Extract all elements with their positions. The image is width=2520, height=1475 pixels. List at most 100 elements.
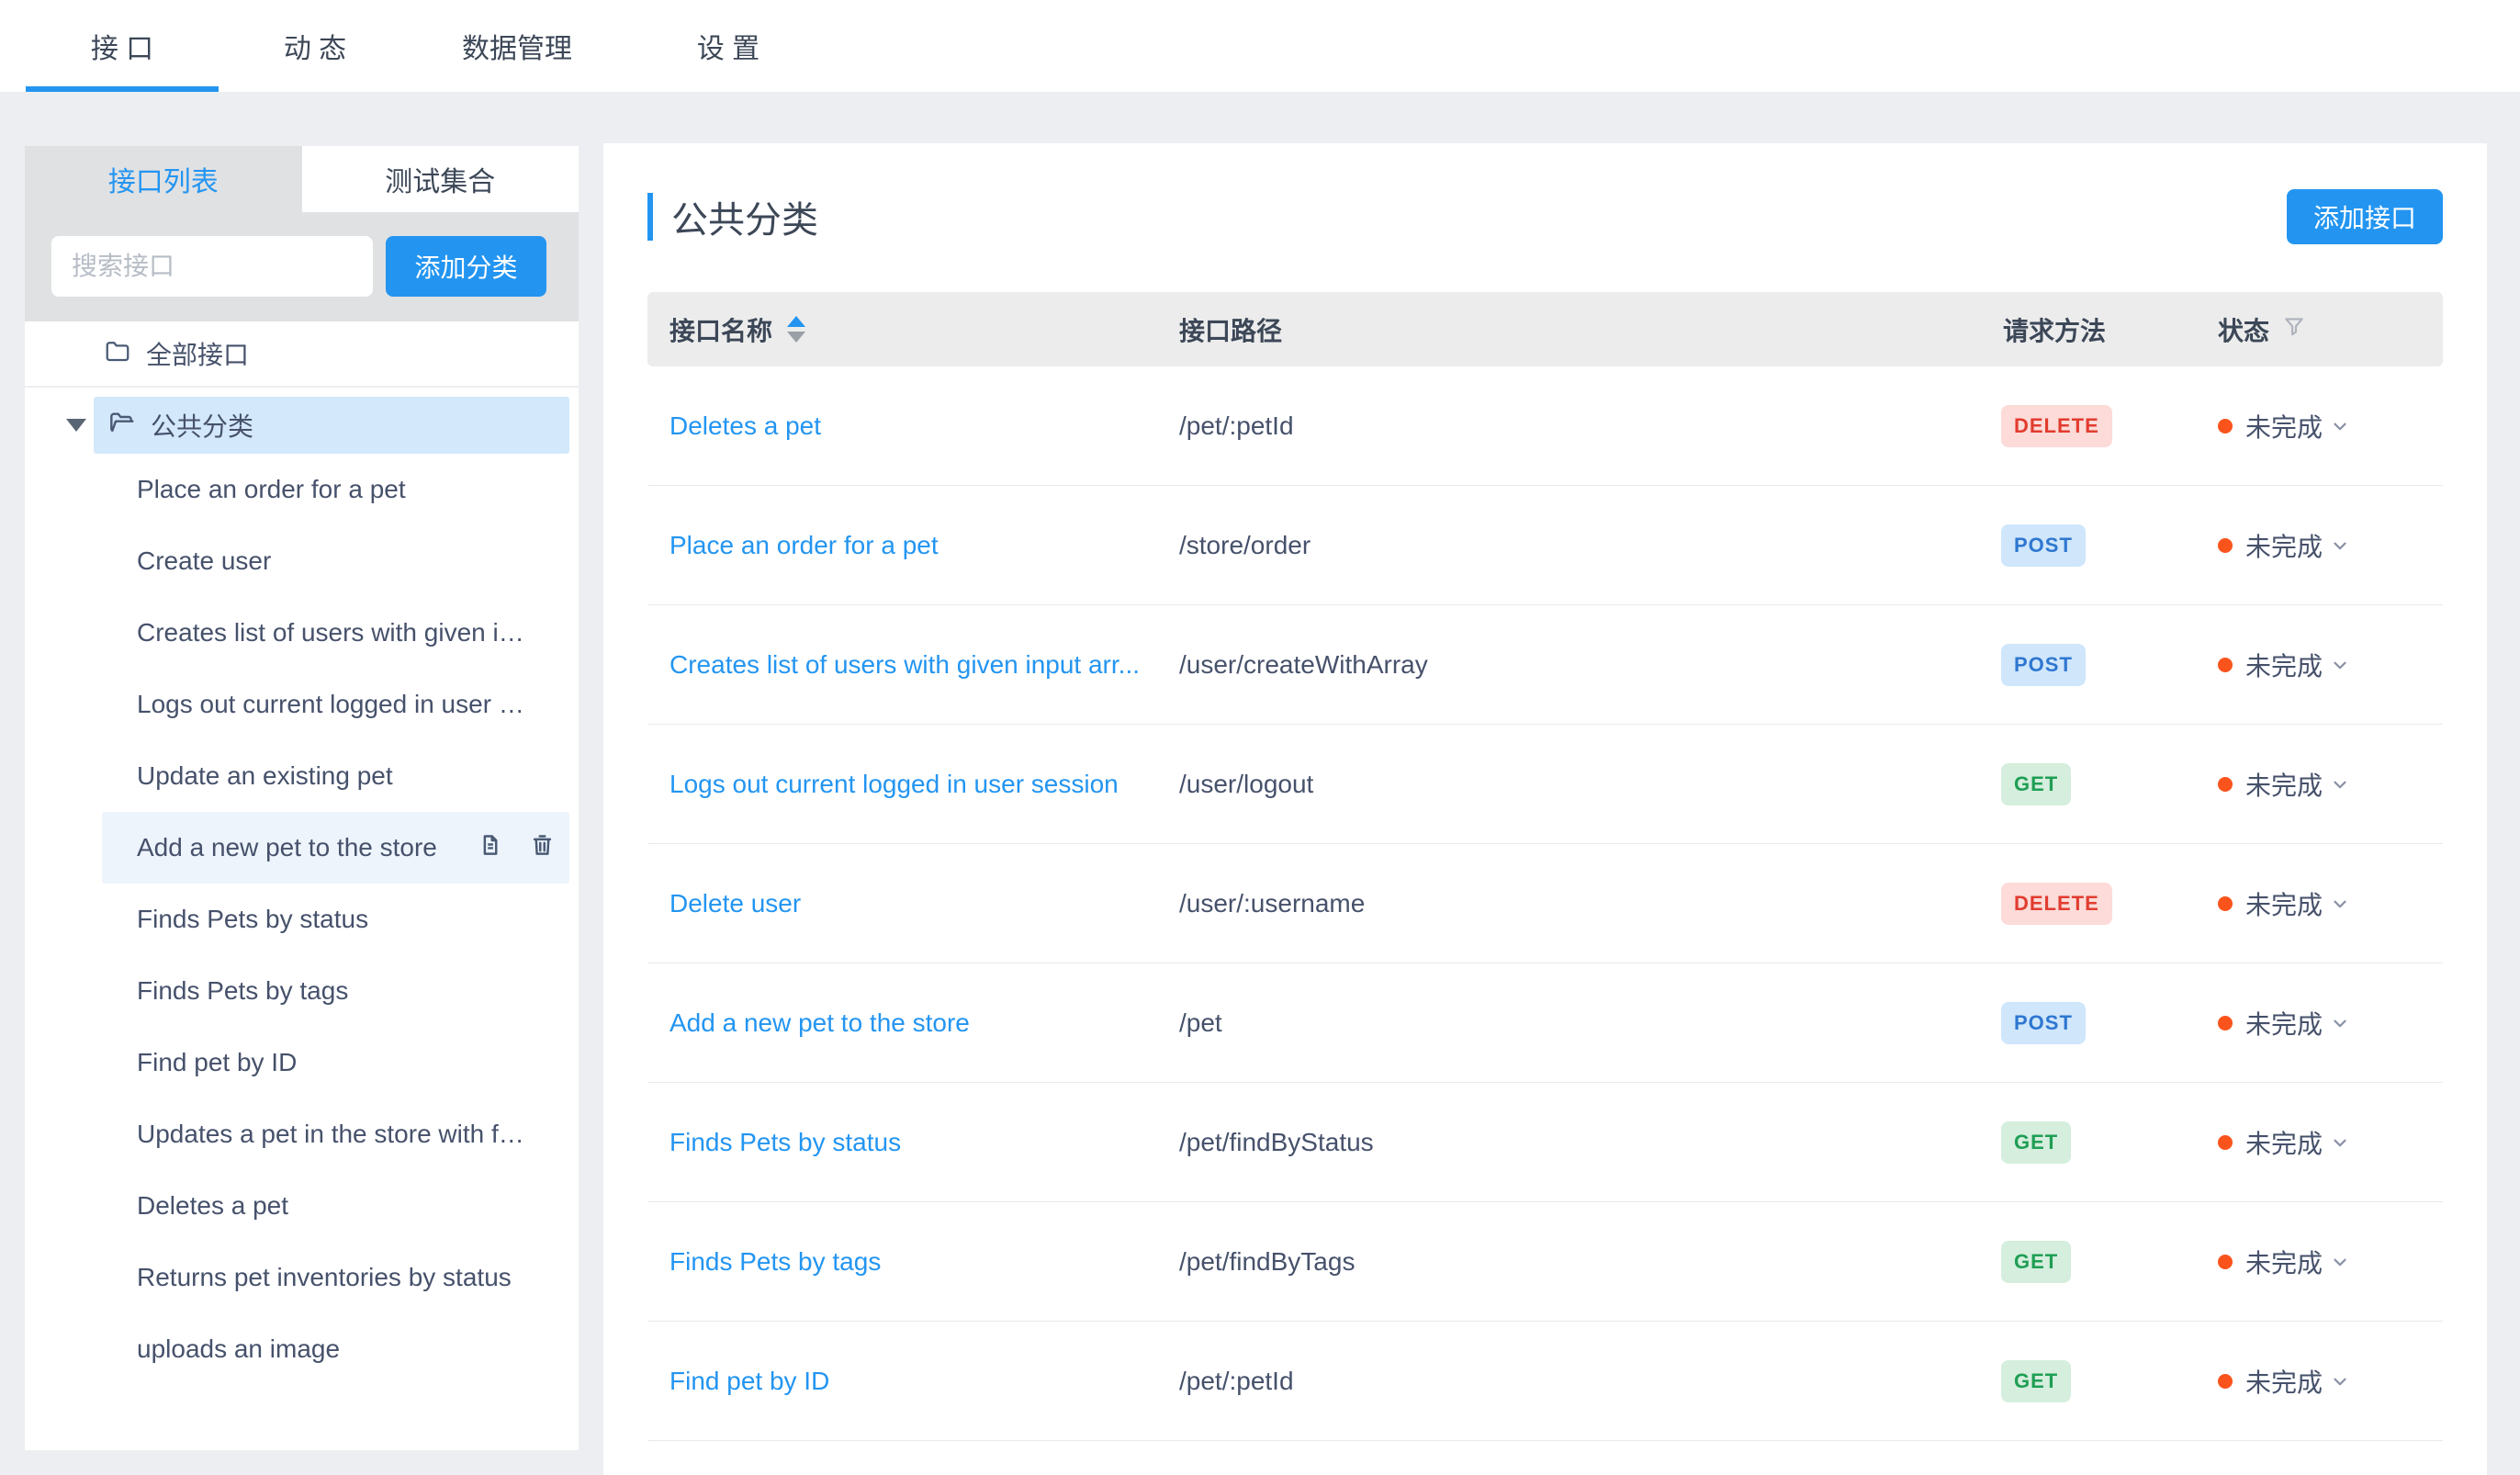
tree-item[interactable]: Finds Pets by status: [102, 884, 569, 955]
nav-tab-data-management[interactable]: 数据管理: [411, 0, 623, 92]
status-label: 未完成: [2245, 647, 2323, 683]
api-name-link[interactable]: Finds Pets by tags: [669, 1247, 881, 1276]
sidebar: 接口列表 测试集合 添加分类 全部接口 公共分类: [25, 146, 579, 1450]
status-dropdown[interactable]: 未完成: [2185, 885, 2443, 922]
cell-path: /pet/findByTags: [1157, 1247, 1981, 1277]
cell-name: Find pet by ID: [647, 1367, 1157, 1396]
nav-tab-settings[interactable]: 设 置: [641, 0, 816, 92]
status-dot-icon: [2218, 896, 2233, 911]
method-badge: POST: [2001, 1002, 2086, 1044]
api-name-link[interactable]: Finds Pets by status: [669, 1128, 901, 1156]
api-name-link[interactable]: Add a new pet to the store: [669, 1008, 970, 1037]
cell-name: Logs out current logged in user session: [647, 770, 1157, 799]
chevron-down-icon: [2330, 1132, 2350, 1153]
status-dropdown[interactable]: 未完成: [2185, 1005, 2443, 1042]
status-dot-icon: [2218, 1016, 2233, 1030]
api-name-link[interactable]: Deletes a pet: [669, 411, 821, 440]
tree-item-label: Place an order for a pet: [137, 475, 406, 504]
tree-item[interactable]: Finds Pets by tags: [102, 955, 569, 1027]
api-name-link[interactable]: Creates list of users with given input a…: [669, 650, 1140, 679]
top-nav: 接 口 动 态 数据管理 设 置: [0, 0, 2520, 92]
tree-item[interactable]: Creates list of users with given input .…: [102, 597, 569, 669]
api-path: /user/:username: [1179, 889, 1365, 918]
search-input[interactable]: [51, 236, 373, 297]
nav-tab-activity[interactable]: 动 态: [237, 0, 393, 92]
api-name-link[interactable]: Place an order for a pet: [669, 531, 939, 559]
cell-name: Finds Pets by tags: [647, 1247, 1157, 1277]
status-dot-icon: [2218, 1374, 2233, 1389]
tree-item[interactable]: Logs out current logged in user session: [102, 669, 569, 740]
folder-icon: [104, 337, 146, 371]
cell-name: Finds Pets by status: [647, 1128, 1157, 1157]
cell-method: DELETE: [1981, 883, 2185, 925]
tree-category-label: 公共分类: [151, 407, 253, 444]
chevron-down-icon: [2330, 535, 2350, 556]
api-path: /pet: [1179, 1008, 1222, 1037]
chevron-down-icon: [2330, 1371, 2350, 1391]
tree-item-label: Logs out current logged in user session: [137, 690, 532, 719]
api-path: /pet/findByTags: [1179, 1247, 1355, 1276]
title-accent-bar: [647, 193, 653, 241]
tree-item[interactable]: uploads an image: [102, 1313, 569, 1385]
cell-path: /pet: [1157, 1008, 1981, 1038]
chevron-down-icon: [2330, 1013, 2350, 1033]
filter-icon[interactable]: [2282, 314, 2306, 344]
tree-item[interactable]: Returns pet inventories by status: [102, 1242, 569, 1313]
sort-descending-icon[interactable]: [787, 332, 805, 343]
status-label: 未完成: [2245, 766, 2323, 803]
chevron-down-icon: [2330, 416, 2350, 436]
tree-item[interactable]: Create user: [102, 525, 569, 597]
status-dropdown[interactable]: 未完成: [2185, 647, 2443, 683]
sort-icon[interactable]: [787, 316, 805, 343]
category-title-row: 公共分类 添加接口: [647, 189, 2443, 244]
tree-item-all-interfaces[interactable]: 全部接口: [25, 321, 579, 388]
table-row: Add a new pet to the store/pet POST 未完成: [647, 963, 2443, 1083]
tree-item-label: Finds Pets by tags: [137, 976, 348, 1006]
chevron-down-icon: [2330, 655, 2350, 675]
tree-item[interactable]: Place an order for a pet: [102, 454, 569, 525]
tree-category-public[interactable]: 公共分类: [94, 397, 569, 454]
status-label: 未完成: [2245, 1124, 2323, 1161]
cell-path: /user/:username: [1157, 889, 1981, 918]
status-dropdown[interactable]: 未完成: [2185, 527, 2443, 564]
add-interface-button[interactable]: 添加接口: [2287, 189, 2443, 244]
cell-method: GET: [1981, 1121, 2185, 1164]
cell-method: GET: [1981, 763, 2185, 805]
tree-item-label: Finds Pets by status: [137, 905, 368, 934]
cell-method: DELETE: [1981, 405, 2185, 447]
api-name-link[interactable]: Delete user: [669, 889, 801, 918]
tree-item[interactable]: Add a new pet to the store: [102, 812, 569, 884]
status-dropdown[interactable]: 未完成: [2185, 766, 2443, 803]
cell-name: Deletes a pet: [647, 411, 1157, 441]
tab-interface-list[interactable]: 接口列表: [25, 146, 302, 212]
api-path: /user/logout: [1179, 770, 1313, 798]
tree-item[interactable]: Deletes a pet: [102, 1170, 569, 1242]
cell-path: /pet/:petId: [1157, 1367, 1981, 1396]
status-label: 未完成: [2245, 527, 2323, 564]
folder-open-icon: [107, 408, 151, 444]
cell-method: POST: [1981, 1002, 2185, 1044]
trash-icon[interactable]: [530, 832, 555, 863]
table-row: Finds Pets by tags/pet/findByTagsGET未完成: [647, 1202, 2443, 1322]
status-dropdown[interactable]: 未完成: [2185, 1363, 2443, 1400]
status-dropdown[interactable]: 未完成: [2185, 408, 2443, 445]
copy-doc-icon[interactable]: [478, 832, 502, 863]
status-dropdown[interactable]: 未完成: [2185, 1244, 2443, 1280]
caret-down-icon[interactable]: [66, 419, 86, 432]
method-badge: DELETE: [2001, 405, 2112, 447]
nav-tab-interface[interactable]: 接 口: [26, 0, 219, 92]
tab-test-collection[interactable]: 测试集合: [302, 146, 579, 212]
main-panel: 公共分类 添加接口 接口名称 接口路径 请求方法 状态 Deletes a pe…: [603, 143, 2487, 1475]
sidebar-search-row: 添加分类: [25, 212, 579, 321]
status-dropdown[interactable]: 未完成: [2185, 1124, 2443, 1161]
tree-item[interactable]: Update an existing pet: [102, 740, 569, 812]
method-badge: DELETE: [2001, 883, 2112, 925]
interface-tree: 全部接口 公共分类 Place an order for a pet Create…: [25, 321, 579, 1385]
api-name-link[interactable]: Find pet by ID: [669, 1367, 829, 1395]
tree-item[interactable]: Find pet by ID: [102, 1027, 569, 1098]
api-name-link[interactable]: Logs out current logged in user session: [669, 770, 1119, 798]
cell-path: /pet/:petId: [1157, 411, 1981, 441]
tree-item[interactable]: Updates a pet in the store with form d..…: [102, 1098, 569, 1170]
sort-ascending-icon[interactable]: [787, 316, 805, 327]
add-category-button[interactable]: 添加分类: [386, 236, 546, 297]
